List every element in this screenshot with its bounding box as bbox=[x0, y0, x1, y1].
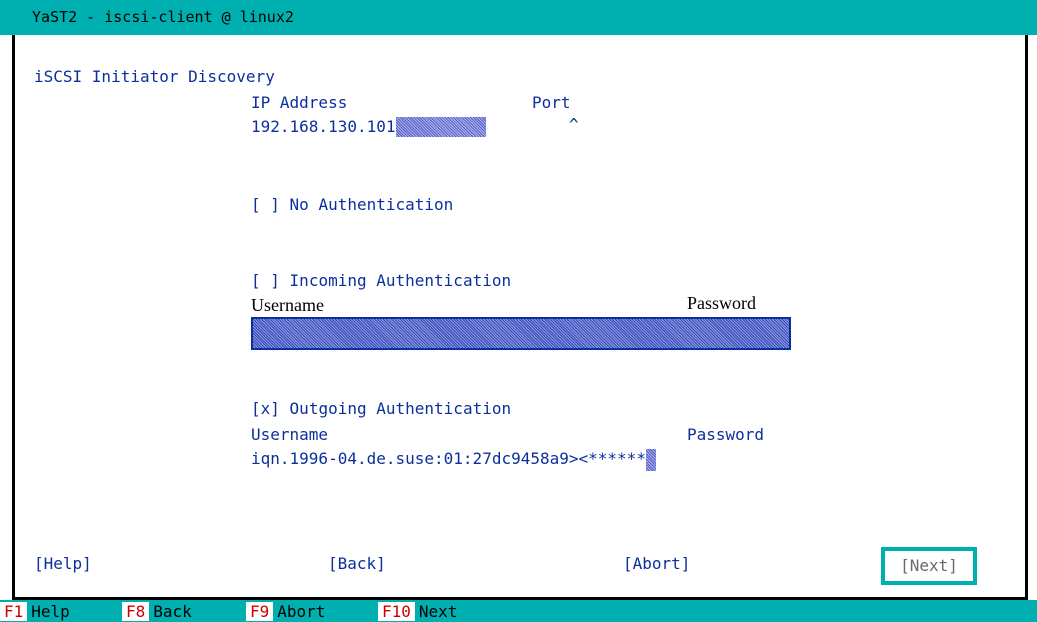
page-title: iSCSI Initiator Discovery bbox=[34, 67, 275, 86]
back-button[interactable]: [Back] bbox=[328, 554, 386, 574]
ip-address-value: 192.168.130.101 bbox=[251, 117, 396, 136]
checkbox-mark: [ ] bbox=[251, 271, 280, 290]
fkey-number: F1 bbox=[0, 602, 28, 621]
incoming-authentication-checkbox[interactable]: [ ] Incoming Authentication bbox=[251, 271, 511, 291]
port-label: Port bbox=[532, 93, 571, 112]
window-title: YaST2 - iscsi-client @ linux2 bbox=[0, 0, 1037, 35]
fkey-label: Abort bbox=[277, 602, 326, 621]
outgoing-credentials-input[interactable]: iqn.1996-04.de.suse:01:27dc9458a9><*****… bbox=[251, 449, 656, 471]
fkey-number: F9 bbox=[246, 602, 274, 621]
fkey-number: F8 bbox=[122, 602, 150, 621]
outgoing-username-label: Username bbox=[251, 425, 329, 444]
ip-address-input[interactable]: 192.168.130.101 bbox=[251, 117, 486, 137]
checkbox-label: No Authentication bbox=[289, 195, 454, 214]
fkey-abort[interactable]: F9 Abort bbox=[246, 602, 329, 622]
no-authentication-checkbox[interactable]: [ ] No Authentication bbox=[251, 195, 453, 215]
checkbox-label: Incoming Authentication bbox=[289, 271, 512, 290]
incoming-username-label: Username bbox=[251, 295, 324, 315]
function-key-bar: F1 Help F8 Back F9 Abort F10 Next bbox=[0, 600, 1037, 622]
checkbox-mark: [x] bbox=[251, 399, 280, 418]
incoming-credentials-input[interactable] bbox=[251, 317, 791, 350]
fkey-next[interactable]: F10 Next bbox=[378, 602, 461, 622]
next-button[interactable]: [Next] bbox=[881, 547, 977, 585]
fkey-label: Help bbox=[31, 602, 70, 621]
outgoing-password-label: Password bbox=[687, 425, 765, 444]
outgoing-authentication-checkbox[interactable]: [x] Outgoing Authentication bbox=[251, 399, 511, 419]
fkey-label: Back bbox=[153, 602, 192, 621]
dialog-frame: iSCSI Initiator Discovery IP Address Por… bbox=[12, 35, 1028, 600]
incoming-password-label: Password bbox=[687, 293, 757, 313]
help-button[interactable]: [Help] bbox=[34, 554, 92, 574]
checkbox-label: Outgoing Authentication bbox=[289, 399, 512, 418]
text-cursor bbox=[395, 117, 486, 137]
fkey-label: Next bbox=[418, 602, 458, 621]
port-input[interactable]: ^ bbox=[569, 115, 579, 135]
checkbox-mark: [ ] bbox=[251, 195, 280, 214]
fkey-number: F10 bbox=[378, 602, 415, 621]
ip-address-label: IP Address bbox=[251, 93, 348, 112]
outgoing-credentials-value: iqn.1996-04.de.suse:01:27dc9458a9><*****… bbox=[251, 449, 646, 468]
fkey-help[interactable]: F1 Help bbox=[0, 602, 74, 622]
text-cursor bbox=[645, 449, 656, 471]
fkey-back[interactable]: F8 Back bbox=[122, 602, 196, 622]
abort-button[interactable]: [Abort] bbox=[623, 554, 690, 574]
